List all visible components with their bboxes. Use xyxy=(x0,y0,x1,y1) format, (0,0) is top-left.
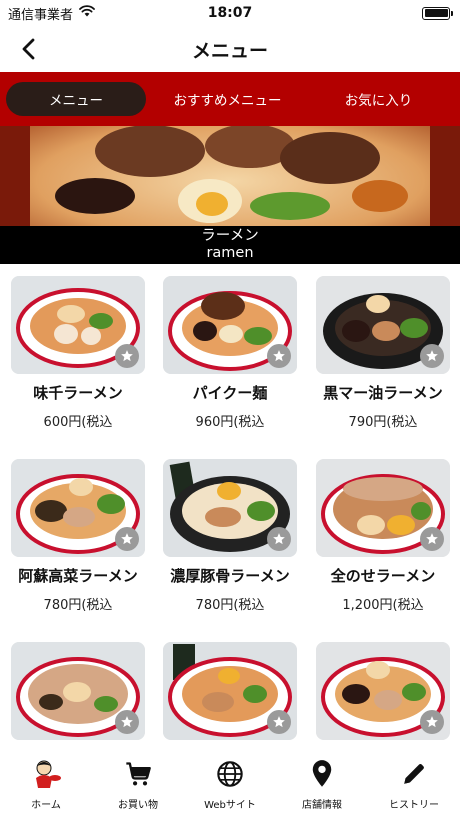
menu-card[interactable]: 味千ラーメン 600円(税込 xyxy=(11,276,145,430)
menu-card[interactable] xyxy=(11,642,145,748)
tab-menu[interactable]: メニュー xyxy=(6,82,146,116)
favorite-star-button[interactable] xyxy=(267,710,291,734)
category-tabs: メニュー おすすめメニュー お気に入り xyxy=(0,72,460,126)
menu-item-name: 阿蘇高菜ラーメン xyxy=(18,567,138,585)
menu-card[interactable]: 濃厚豚骨ラーメン 780円(税込 xyxy=(163,459,297,613)
menu-item-image xyxy=(316,642,450,740)
status-bar: 通信事業者 18:07 xyxy=(0,0,460,26)
star-icon xyxy=(273,350,285,362)
menu-item-image xyxy=(163,459,297,557)
tabbar-item-history[interactable]: ヒストリー xyxy=(368,748,460,818)
menu-item-image xyxy=(11,642,145,740)
bottom-tab-bar: ホーム お買い物 Webサイト 店舗情報 ヒストリー xyxy=(0,748,460,818)
menu-card[interactable]: 全のせラーメン 1,200円(税込 xyxy=(316,459,450,613)
page-title: メニュー xyxy=(191,39,268,62)
tabbar-label-website: Webサイト xyxy=(204,800,256,811)
menu-item-name: 味千ラーメン xyxy=(33,384,123,402)
chevron-left-icon xyxy=(22,38,35,60)
star-icon xyxy=(426,716,438,728)
back-button[interactable] xyxy=(14,34,44,64)
pencil-icon xyxy=(398,758,430,790)
menu-item-image xyxy=(316,276,450,374)
cart-icon xyxy=(122,758,154,790)
menu-card[interactable]: パイクー麺 960円(税込 xyxy=(163,276,297,430)
menu-item-price: 600円(税込 xyxy=(43,415,113,430)
menu-item-image xyxy=(11,459,145,557)
star-icon xyxy=(426,533,438,545)
tabbar-label-shopping: お買い物 xyxy=(118,800,158,811)
nav-bar: メニュー xyxy=(0,26,460,72)
hero-caption: ラーメン ramen xyxy=(0,226,460,264)
favorite-star-button[interactable] xyxy=(267,527,291,551)
tabbar-label-store-info: 店舗情報 xyxy=(302,800,342,811)
star-icon xyxy=(121,533,133,545)
favorite-star-button[interactable] xyxy=(115,344,139,368)
star-icon xyxy=(273,716,285,728)
carrier-label: 通信事業者 xyxy=(8,7,74,23)
menu-item-image xyxy=(11,276,145,374)
menu-item-price: 1,200円(税込 xyxy=(342,598,424,613)
menu-item-image xyxy=(163,276,297,374)
star-icon xyxy=(121,716,133,728)
menu-item-name: パイクー麺 xyxy=(192,384,268,402)
status-left: 通信事業者 xyxy=(8,4,95,23)
favorite-star-button[interactable] xyxy=(420,527,444,551)
menu-item-name: 全のせラーメン xyxy=(330,567,436,585)
tab-recommended[interactable]: おすすめメニュー xyxy=(152,82,303,116)
menu-item-image xyxy=(163,642,297,740)
tab-favorites[interactable]: お気に入り xyxy=(303,82,454,116)
tabbar-item-store-info[interactable]: 店舗情報 xyxy=(276,748,368,818)
favorite-star-button[interactable] xyxy=(267,344,291,368)
menu-item-price: 960円(税込 xyxy=(195,415,265,430)
tabbar-label-history: ヒストリー xyxy=(389,800,439,811)
menu-card[interactable] xyxy=(163,642,297,748)
star-icon xyxy=(273,533,285,545)
favorite-star-button[interactable] xyxy=(115,710,139,734)
tabbar-item-home[interactable]: ホーム xyxy=(0,748,92,818)
menu-item-name: 黒マー油ラーメン xyxy=(323,384,443,402)
menu-item-price: 780円(税込 xyxy=(43,598,113,613)
hero-caption-jp: ラーメン xyxy=(201,228,259,244)
favorite-star-button[interactable] xyxy=(420,344,444,368)
category-hero-banner: ラーメン ramen xyxy=(0,126,460,264)
menu-item-price: 780円(税込 xyxy=(195,598,265,613)
menu-item-price: 790円(税込 xyxy=(348,415,418,430)
hero-caption-en: ramen xyxy=(206,245,254,261)
tabbar-item-website[interactable]: Webサイト xyxy=(184,748,276,818)
home-mascot-icon xyxy=(30,758,62,790)
menu-card[interactable] xyxy=(316,642,450,748)
star-icon xyxy=(426,350,438,362)
menu-item-image xyxy=(316,459,450,557)
battery-icon xyxy=(422,6,453,20)
globe-icon xyxy=(214,758,246,790)
menu-card[interactable]: 阿蘇高菜ラーメン 780円(税込 xyxy=(11,459,145,613)
favorite-star-button[interactable] xyxy=(115,527,139,551)
map-pin-icon xyxy=(306,758,338,790)
tabbar-item-shopping[interactable]: お買い物 xyxy=(92,748,184,818)
star-icon xyxy=(121,350,133,362)
favorite-star-button[interactable] xyxy=(420,710,444,734)
menu-item-name: 濃厚豚骨ラーメン xyxy=(170,567,290,585)
wifi-icon xyxy=(79,5,95,21)
menu-card[interactable]: 黒マー油ラーメン 790円(税込 xyxy=(316,276,450,430)
tabbar-label-home: ホーム xyxy=(31,800,61,811)
